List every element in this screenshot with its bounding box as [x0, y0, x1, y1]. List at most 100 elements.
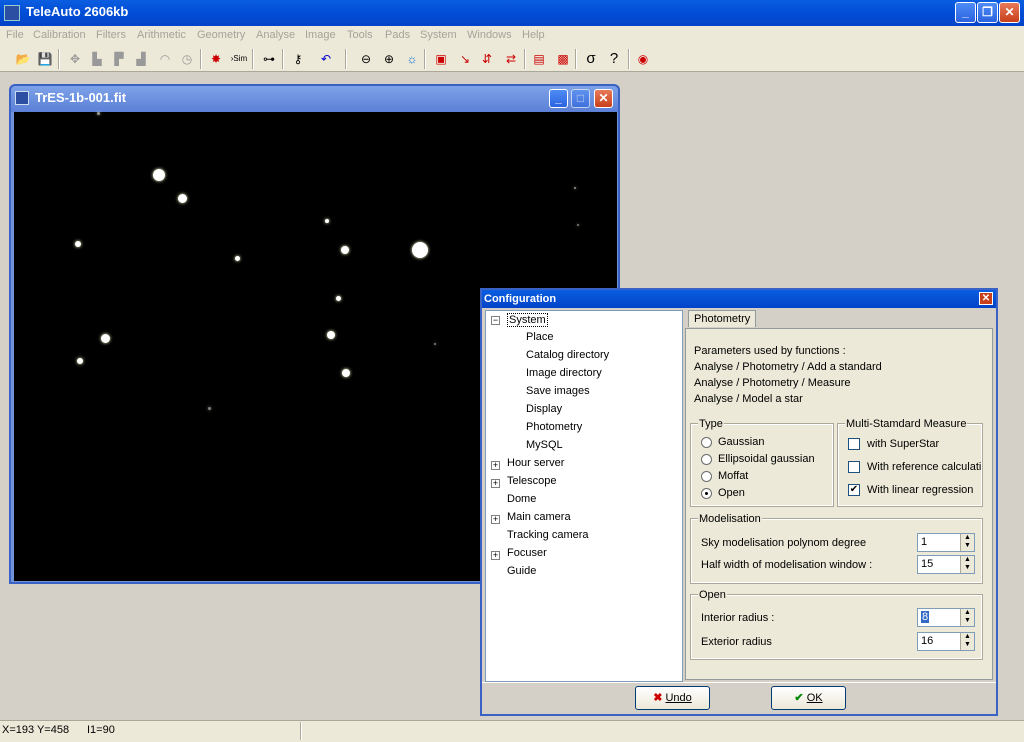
menu-file[interactable]: File [6, 29, 24, 41]
help-icon[interactable]: ? [605, 50, 623, 68]
interior-radius-value[interactable]: 8 [921, 611, 930, 623]
target-icon[interactable]: ▣ [432, 50, 450, 68]
bug-icon[interactable]: ✸ [207, 50, 225, 68]
tree-item-guide[interactable]: Guide [507, 565, 536, 577]
linear-regression-checkbox[interactable]: ✔ [848, 484, 860, 496]
tree-item-mysql[interactable]: MySQL [526, 439, 563, 451]
menu-arithmetic[interactable]: Arithmetic [137, 29, 186, 41]
sky-degree-value[interactable]: 1 [921, 536, 927, 548]
half-width-value[interactable]: 15 [921, 558, 933, 570]
close-button[interactable]: ✕ [999, 2, 1020, 23]
expand-icon[interactable]: + [491, 461, 500, 470]
network-icon[interactable]: ⊶ [260, 50, 278, 68]
tree-item-dome[interactable]: Dome [507, 493, 536, 505]
config-tree: − System Place Catalog directory Image d… [485, 310, 683, 682]
expand-icon[interactable]: + [491, 515, 500, 524]
menu-image[interactable]: Image [305, 29, 336, 41]
undo-button[interactable]: ✖ Undo [635, 686, 710, 710]
multi-standard-group: Multi-Stamdard Measure with SuperStar Wi… [837, 418, 983, 507]
spin-arrows-icon[interactable]: ▲ ▼ [960, 556, 974, 573]
exterior-radius-stepper[interactable]: 16 ▲ ▼ [917, 632, 975, 651]
tree-item-display[interactable]: Display [526, 403, 562, 415]
menu-help[interactable]: Help [522, 29, 545, 41]
noise-icon[interactable]: ▩ [554, 50, 572, 68]
menu-calibration[interactable]: Calibration [33, 29, 86, 41]
tree-item-focuser[interactable]: Focuser [507, 547, 547, 559]
simulate-icon[interactable]: ›Sim [230, 50, 248, 68]
moffat-radio[interactable] [701, 471, 712, 482]
exterior-radius-label: Exterior radius [701, 636, 772, 648]
spin-arrows-icon[interactable]: ▲ ▼ [960, 534, 974, 551]
flip-vertical-icon[interactable]: ⇵ [478, 50, 496, 68]
tab-photometry[interactable]: Photometry [688, 310, 757, 327]
ok-button[interactable]: ✔ OK [771, 686, 846, 710]
sigma-icon[interactable]: σ [582, 50, 600, 68]
ellipsoidal-gaussian-label: Ellipsoidal gaussian [718, 453, 815, 465]
image-maximize-button[interactable]: □ [571, 89, 590, 108]
menu-filters[interactable]: Filters [96, 29, 126, 41]
zoom-in-icon[interactable]: ⊕ [380, 50, 398, 68]
expand-icon[interactable]: + [491, 479, 500, 488]
dome-icon[interactable]: ◠ [156, 50, 174, 68]
restore-button[interactable]: ❐ [977, 2, 998, 23]
menu-tools[interactable]: Tools [347, 29, 373, 41]
gaussian-radio[interactable] [701, 437, 712, 448]
menu-windows[interactable]: Windows [467, 29, 512, 41]
dialog-close-button[interactable]: ✕ [979, 292, 993, 305]
clock-icon[interactable]: ◷ [178, 50, 196, 68]
flip-horizontal-icon[interactable]: ⇄ [502, 50, 520, 68]
histogram-icon[interactable]: ▤ [530, 50, 548, 68]
menu-system[interactable]: System [420, 29, 457, 41]
tree-item-main-camera[interactable]: Main camera [507, 511, 571, 523]
undo-arrow-icon[interactable]: ↶ [317, 50, 335, 68]
tree-item-system[interactable]: System [507, 313, 548, 327]
spin-arrows-icon[interactable]: ▲ ▼ [960, 633, 974, 650]
tree-item-hour-server[interactable]: Hour server [507, 457, 564, 469]
record-icon[interactable]: ◉ [634, 50, 652, 68]
collapse-icon[interactable]: − [491, 316, 500, 325]
description-line: Parameters used by functions : [694, 345, 846, 357]
save-disk-icon[interactable]: 💾 [36, 50, 54, 68]
rotate-icon[interactable]: ↘ [456, 50, 474, 68]
open-folder-icon[interactable]: 📂 [14, 50, 32, 68]
dialog-title-bar[interactable]: Configuration ✕ [482, 290, 996, 308]
tree-item-image-directory[interactable]: Image directory [526, 367, 602, 379]
half-width-stepper[interactable]: 15 ▲ ▼ [917, 555, 975, 574]
reference-calculation-checkbox[interactable] [848, 461, 860, 473]
interior-radius-stepper[interactable]: 8 ▲ ▼ [917, 608, 975, 627]
image-close-button[interactable]: ✕ [594, 89, 613, 108]
star [341, 246, 349, 254]
ellipsoidal-gaussian-radio[interactable] [701, 454, 712, 465]
description-line: Analyse / Photometry / Add a standard [694, 361, 882, 373]
star [153, 169, 165, 181]
tree-item-tracking-camera[interactable]: Tracking camera [507, 529, 589, 541]
exterior-radius-value[interactable]: 16 [921, 635, 933, 647]
image-window-title-bar[interactable]: TrES-1b-001.fit _ □ ✕ [11, 86, 618, 112]
move-icon[interactable]: ✥ [66, 50, 84, 68]
ok-label: OK [806, 692, 823, 704]
superstar-checkbox[interactable] [848, 438, 860, 450]
tree-item-photometry[interactable]: Photometry [526, 421, 582, 433]
expand-icon[interactable]: + [491, 551, 500, 560]
stack-icon[interactable]: ▙ [88, 50, 106, 68]
tree-item-catalog-directory[interactable]: Catalog directory [526, 349, 609, 361]
menu-analyse[interactable]: Analyse [256, 29, 295, 41]
tree-item-save-images[interactable]: Save images [526, 385, 590, 397]
tree-item-telescope[interactable]: Telescope [507, 475, 557, 487]
open-radio[interactable] [701, 488, 712, 499]
stack3-icon[interactable]: ▟ [132, 50, 150, 68]
spin-arrows-icon[interactable]: ▲ ▼ [960, 609, 974, 626]
description-line: Analyse / Photometry / Measure [694, 377, 851, 389]
zoom-out-icon[interactable]: ⊖ [357, 50, 375, 68]
sun-icon[interactable]: ☼ [403, 50, 421, 68]
photometry-page: Parameters used by functions : Analyse /… [685, 328, 993, 680]
minimize-button[interactable]: _ [955, 2, 976, 23]
stack2-icon[interactable]: ▛ [110, 50, 128, 68]
image-minimize-button[interactable]: _ [549, 89, 568, 108]
tree-item-place[interactable]: Place [526, 331, 554, 343]
menu-bar: File Calibration Filters Arithmetic Geom… [0, 26, 1024, 46]
menu-geometry[interactable]: Geometry [197, 29, 245, 41]
sky-degree-stepper[interactable]: 1 ▲ ▼ [917, 533, 975, 552]
menu-pads[interactable]: Pads [385, 29, 410, 41]
key-icon[interactable]: ⚷ [289, 50, 307, 68]
